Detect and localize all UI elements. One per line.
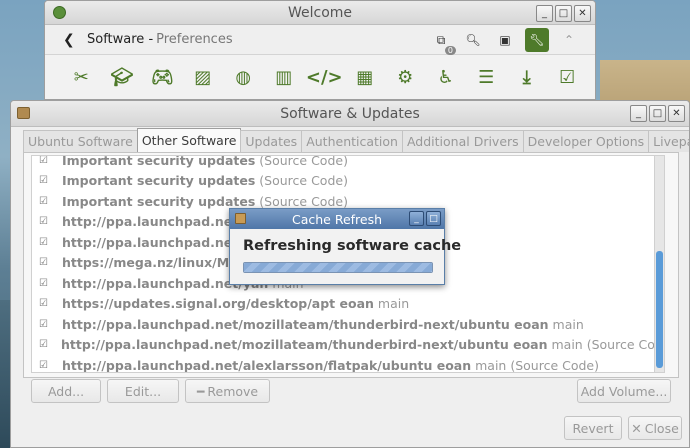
app-icon [53,6,66,19]
package-icon [235,213,246,224]
minimize-button[interactable]: _ [409,211,424,226]
scrollbar-thumb[interactable] [656,251,663,368]
source-detail: (Source Code) [259,173,348,189]
category-bar: ✂ 🎓︎ 🎮︎ ▨ ◍ ▥ </> ▦ ⚙ ♿︎ ☰ ⤓ ☑ [45,55,595,99]
progress-bar [243,262,433,273]
arrow-left-icon[interactable]: ❮ [63,32,81,48]
source-detail: (Source Code) [259,155,348,168]
source-detail: main (Source Code) [475,357,599,373]
header-bar: ❮ Software - Preferences ⧉ 0 🔍︎ ▣ 🔧︎ ⌃ [45,25,595,55]
revert-button[interactable]: Revert [564,416,622,440]
list-item[interactable]: ☑ http://ppa.launchpad.net/alexlarsson/fl… [32,355,664,373]
list-item[interactable]: ☑ Important security updates (Source Code) [32,155,664,171]
tab-bar: Ubuntu Software Other Software Updates A… [23,128,689,152]
checkbox-icon[interactable]: ☑ [39,175,49,186]
source-detail: main [552,316,584,332]
swu-titlebar[interactable]: Software & Updates _ □ ✕ [11,101,689,127]
add-volume-button[interactable]: Add Volume... [577,379,671,403]
image-icon[interactable]: ▨ [183,62,224,92]
source-url: http://ppa.launchpad.net/mozillateam/thu… [62,316,549,332]
close-icon: ✕ [631,420,642,436]
edit-button[interactable]: Edit... [107,379,179,403]
close-label: Close [644,420,679,436]
minimize-button[interactable]: _ [536,5,553,22]
checkbox-icon[interactable]: ☑ [547,62,588,92]
graduation-cap-icon[interactable]: 🎓︎ [102,62,143,92]
list-item[interactable]: ☑ http://ppa.launchpad.net/mozillateam/th… [32,335,664,356]
tab-other-software[interactable]: Other Software [136,128,242,152]
close-dialog-button[interactable]: ✕ Close [628,416,682,440]
welcome-titlebar[interactable]: Welcome _ □ ✕ [45,1,595,25]
checkbox-icon[interactable]: ☑ [39,257,49,268]
code-icon[interactable]: </> [304,62,345,92]
close-button[interactable]: ✕ [668,105,685,122]
header-subtitle: Preferences [156,32,233,47]
gear-icon[interactable]: ⚙ [385,62,426,92]
source-url: http://ppa.launchpad.net/mozillateam/thu… [60,337,548,353]
source-detail: main (Source Code) [551,337,665,353]
film-icon[interactable]: ▦ [345,62,386,92]
checkbox-icon[interactable]: ☑ [39,216,49,227]
checkbox-icon[interactable]: ☑ [39,156,49,166]
maximize-button[interactable]: □ [555,5,572,22]
cache-titlebar[interactable]: Cache Refresh _ □ [230,209,444,229]
copy-icon[interactable]: ⧉ 0 [429,28,456,55]
source-url: Important security updates [62,193,256,209]
remove-label: Remove [207,383,259,399]
minimize-button[interactable]: _ [630,105,647,122]
tab-additional-drivers[interactable]: Additional Drivers [401,130,524,152]
checkbox-icon[interactable]: ☑ [39,237,49,248]
cache-message: Refreshing software cache [243,238,462,254]
source-detail: main [377,296,410,312]
tab-developer-options[interactable]: Developer Options [522,130,650,152]
source-url: https://updates.signal.org/desktop/apt e… [62,296,374,312]
swu-title: Software & Updates [280,105,420,122]
source-url: Important security updates [62,173,256,189]
add-button[interactable]: Add... [31,379,101,403]
checkbox-icon[interactable]: ☑ [39,278,49,289]
chevron-up-icon[interactable]: ⌃ [557,28,581,52]
tab-livepatch[interactable]: Livepatch [648,130,689,152]
bar-chart-icon[interactable]: ▥ [264,62,305,92]
source-detail: (Source Code) [259,193,348,209]
remove-button[interactable]: ━ Remove [185,379,270,403]
close-button[interactable]: ✕ [574,5,591,22]
copy-badge: 0 [444,46,456,55]
download-icon[interactable]: ⤓ [507,62,548,92]
wrench-icon[interactable]: 🔧︎ [525,28,549,52]
scrollbar[interactable] [654,156,664,372]
list-item[interactable]: ☑ https://updates.signal.org/desktop/apt … [32,294,664,315]
list-item[interactable]: ☑ Important security updates (Source Code) [32,171,664,192]
progress-fill [244,263,432,272]
checkbox-icon[interactable]: ☑ [39,339,48,350]
cache-refresh-dialog: Cache Refresh _ □ Refreshing software ca… [229,208,461,285]
maximize-button[interactable]: □ [649,105,666,122]
server-icon[interactable]: ☰ [466,62,507,92]
cache-title: Cache Refresh [291,211,383,227]
globe-icon[interactable]: ◍ [223,62,264,92]
search-icon[interactable]: 🔍︎ [461,28,485,52]
checkbox-icon[interactable]: ☑ [39,298,49,309]
tab-authentication[interactable]: Authentication [301,130,403,152]
welcome-title: Welcome [287,4,353,21]
welcome-window: Welcome _ □ ✕ ❮ Software - Preferences ⧉… [44,0,596,100]
accessibility-icon[interactable]: ♿︎ [426,62,467,92]
checkbox-icon[interactable]: ☑ [39,319,49,330]
package-icon [17,107,30,119]
source-url: http://ppa.launchpad.net/alexlarsson/fla… [62,357,472,373]
tab-ubuntu-software[interactable]: Ubuntu Software [23,130,138,152]
checkbox-icon[interactable]: ☑ [39,196,49,207]
minus-icon: ━ [196,383,205,399]
list-item[interactable]: ☑ http://ppa.launchpad.net/mozillateam/th… [32,314,664,335]
maximize-button[interactable]: □ [426,211,441,226]
tab-updates[interactable]: Updates [240,130,303,152]
source-url: Important security updates [62,155,256,168]
header-title: Software - [87,32,154,47]
screenshot-icon[interactable]: ▣ [493,28,517,52]
scissors-icon[interactable]: ✂ [61,62,102,92]
gamepad-icon[interactable]: 🎮︎ [142,62,183,92]
checkbox-icon[interactable]: ☑ [39,360,49,371]
